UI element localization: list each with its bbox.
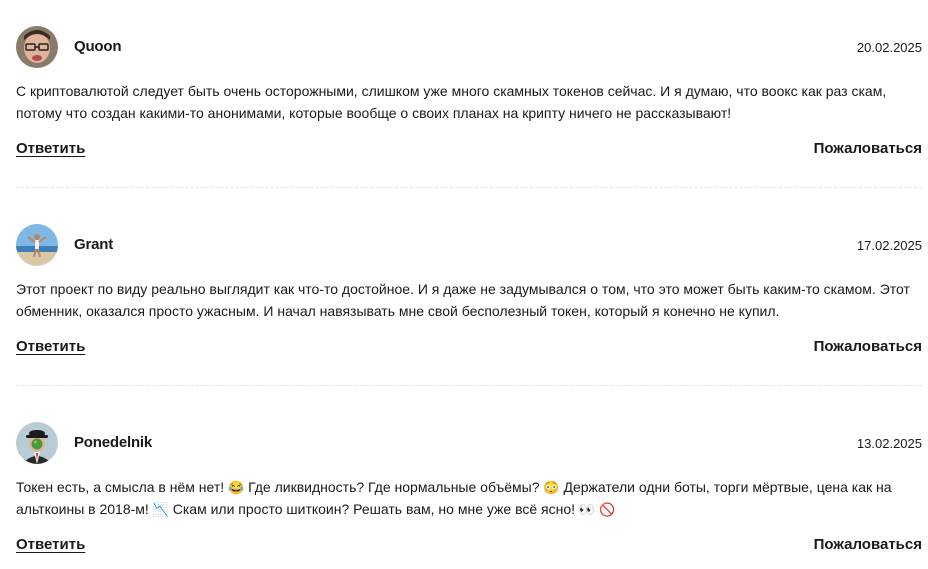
report-link[interactable]: Пожаловаться — [814, 338, 922, 355]
reply-link[interactable]: Ответить — [16, 140, 85, 157]
avatar — [16, 224, 58, 266]
comment-text: С криптовалютой следует быть очень остор… — [16, 83, 887, 121]
chart-decreasing-emoji-icon: 📉 — [152, 502, 169, 517]
comment-actions: Ответить Пожаловаться — [16, 536, 922, 558]
comment-text-part: Где ликвидность? Где нормальные объёмы? — [244, 479, 544, 495]
avatar — [16, 26, 58, 68]
comment: Quoon 20.02.2025 С криптовалютой следует… — [16, 26, 922, 162]
avatar-beach-icon — [16, 224, 58, 266]
reply-link[interactable]: Ответить — [16, 536, 85, 553]
comment-text-part: Токен есть, а смысла в нём нет! — [16, 479, 229, 495]
divider — [16, 385, 922, 386]
comment-text: Токен есть, а смысла в нём нет! 😂 Где ли… — [16, 476, 916, 520]
comment-actions: Ответить Пожаловаться — [16, 140, 922, 162]
comment-author: Grant — [74, 236, 114, 253]
reply-link[interactable]: Ответить — [16, 338, 85, 355]
comment: Ponedelnik 13.02.2025 Токен есть, а смыс… — [16, 422, 922, 558]
comment-date: 13.02.2025 — [856, 436, 922, 451]
comment-actions: Ответить Пожаловаться — [16, 338, 922, 360]
comment-author: Quoon — [74, 38, 122, 55]
comment-header: Quoon 20.02.2025 — [16, 26, 922, 70]
comment-author: Ponedelnik — [74, 434, 153, 451]
report-link[interactable]: Пожаловаться — [814, 140, 922, 157]
flushed-emoji-icon: 😳 — [543, 480, 560, 495]
avatar — [16, 422, 58, 464]
comment-date: 20.02.2025 — [856, 40, 922, 55]
prohibited-emoji-icon: 🚫 — [599, 502, 616, 517]
comment-text-part: Скам или просто шиткоин? Решать вам, но … — [168, 501, 579, 517]
eyes-emoji-icon: 👀 — [578, 502, 596, 517]
comment: Grant 17.02.2025 Этот проект по виду реа… — [16, 224, 922, 360]
divider — [16, 187, 922, 188]
laughing-emoji-icon: 😂 — [228, 480, 245, 495]
comments-list: Quoon 20.02.2025 С криптовалютой следует… — [0, 0, 928, 569]
comment-date: 17.02.2025 — [856, 238, 922, 253]
avatar-bowler-hat-man-icon — [16, 422, 58, 464]
avatar-face-icon — [16, 26, 58, 68]
report-link[interactable]: Пожаловаться — [814, 536, 922, 553]
comment-header: Grant 17.02.2025 — [16, 224, 922, 268]
comment-header: Ponedelnik 13.02.2025 — [16, 422, 922, 466]
comment-text: Этот проект по виду реально выглядит как… — [16, 281, 910, 319]
